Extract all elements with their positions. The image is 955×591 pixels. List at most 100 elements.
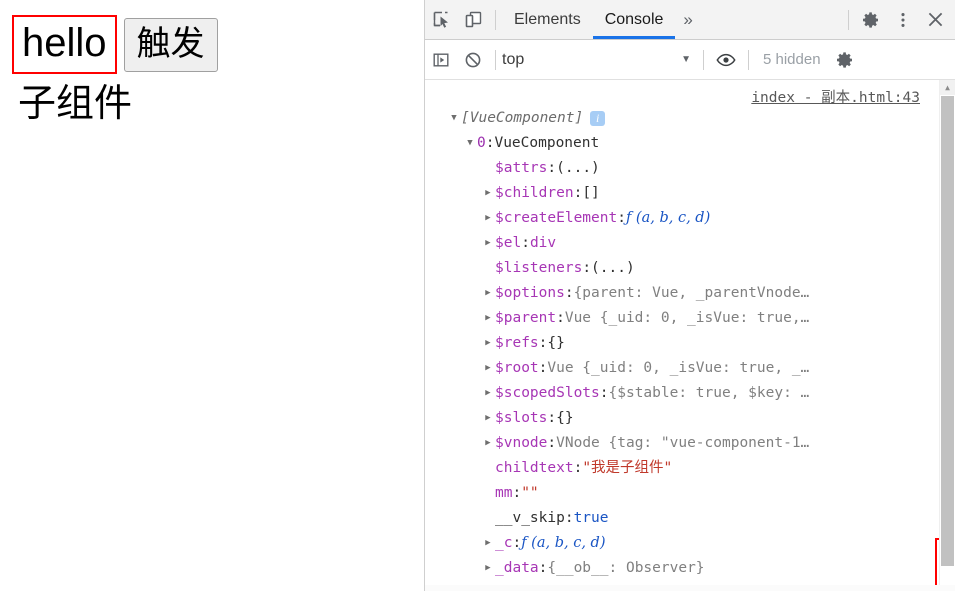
console-line[interactable]: ▶ $options: {parent: Vue, _parentVnode… [425,281,925,306]
collapsed-triangle-icon[interactable]: ▶ [481,281,495,306]
console-property-value: {} [547,335,565,351]
hidden-messages-count[interactable]: 5 hidden [755,51,829,68]
console-sidebar-icon[interactable] [425,44,457,76]
console-line[interactable]: ▶ _c: ƒ (a, b, c, d) [425,531,925,556]
execution-context-select[interactable]: top ▼ [502,51,697,69]
console-object-header: [VueComponent] [461,110,584,126]
tree-indent-spacer: ▶ [481,481,495,506]
console-scrollbar[interactable]: ▲ [939,80,955,591]
console-colon: : [573,185,583,201]
console-output[interactable]: index - 副本.html:43 ▼ [VueComponent] i ▼ 0: V… [425,80,955,591]
console-filter-bar: top ▼ 5 hidden [425,40,955,80]
console-property-value: {$stable: true, $key: … [608,385,810,401]
collapsed-triangle-icon[interactable]: ▶ [481,206,495,231]
subbar-divider-2 [703,49,704,70]
collapsed-triangle-icon[interactable]: ▶ [481,531,495,556]
tab-elements[interactable]: Elements [502,0,593,39]
console-property-key: __v_skip [495,510,565,526]
child-component-label: 子组件 [18,83,133,125]
inspect-element-icon[interactable] [425,4,457,36]
console-colon: : [538,360,548,376]
console-line[interactable]: ▼ [VueComponent] i [425,106,925,131]
console-property-value: [] [582,185,600,201]
expanded-triangle-icon[interactable]: ▼ [447,106,461,131]
close-icon[interactable] [919,4,951,36]
trigger-button[interactable]: 触发 [123,18,218,72]
rendered-page-pane: hello 触发 子组件 [0,0,424,591]
console-property-value: {__ob__: Observer} [547,560,705,576]
console-property-key: $refs [495,335,539,351]
console-property-value: (...) [591,260,635,276]
subbar-divider-3 [748,49,749,70]
scrollbar-up-arrow-icon[interactable]: ▲ [940,80,955,95]
console-colon: : [538,335,548,351]
collapsed-triangle-icon[interactable]: ▶ [481,356,495,381]
console-log-tree: ▼[VueComponent]i▼0: VueComponent▶$attrs:… [425,106,925,581]
console-line[interactable]: ▶ $parent: Vue {_uid: 0, _isVue: true,… [425,306,925,331]
console-colon: : [485,135,495,151]
console-colon: : [512,485,522,501]
collapsed-triangle-icon[interactable]: ▶ [481,381,495,406]
console-property-key: $children [495,185,574,201]
tree-indent-spacer: ▶ [481,156,495,181]
console-property-value: "我是子组件" [582,460,673,476]
console-colon: : [564,285,574,301]
console-colon: : [538,560,548,576]
console-line[interactable]: ▶ _data: {__ob__: Observer} [425,556,925,581]
eye-icon[interactable] [710,44,742,76]
console-property-value: div [529,235,557,251]
console-property-key: _data [495,560,539,576]
console-line[interactable]: ▶ $vnode: VNode {tag: "vue-component-1… [425,431,925,456]
collapsed-triangle-icon[interactable]: ▶ [481,181,495,206]
console-line[interactable]: ▶ $root: Vue {_uid: 0, _isVue: true, _… [425,356,925,381]
console-source-link[interactable]: index - 副本.html:43 [751,86,920,107]
collapsed-triangle-icon[interactable]: ▶ [481,431,495,456]
collapsed-triangle-icon[interactable]: ▶ [481,406,495,431]
hello-text-box: hello [12,15,117,74]
console-property-key: mm [495,485,513,501]
device-toolbar-icon[interactable] [457,4,489,36]
console-line[interactable]: ▶ $scopedSlots: {$stable: true, $key: … [425,381,925,406]
devtools-toolbar: Elements Console » [425,0,955,40]
gear-icon[interactable] [855,4,887,36]
console-settings-gear-icon[interactable] [829,44,861,76]
tab-console[interactable]: Console [592,0,676,39]
console-line[interactable]: ▶$attrs: (...) [425,156,925,181]
subbar-divider-1 [495,49,496,70]
console-colon: : [582,260,592,276]
console-property-value: (...) [556,160,600,176]
console-colon: : [573,460,583,476]
scrollbar-thumb[interactable] [941,96,954,566]
console-property-key: $vnode [495,435,548,451]
console-colon: : [547,410,557,426]
collapsed-triangle-icon[interactable]: ▶ [481,231,495,256]
console-line[interactable]: ▶ $slots: {} [425,406,925,431]
console-line[interactable]: ▼ 0: VueComponent [425,131,925,156]
expanded-triangle-icon[interactable]: ▼ [463,131,477,156]
collapsed-triangle-icon[interactable]: ▶ [481,331,495,356]
console-line[interactable]: ▶$listeners: (...) [425,256,925,281]
tree-indent-spacer: ▶ [481,506,495,531]
more-tabs-icon[interactable]: » [675,10,700,30]
info-icon[interactable]: i [590,111,606,126]
console-line[interactable]: ▶__v_skip: true [425,506,925,531]
console-line[interactable]: ▶childtext: "我是子组件" [425,456,925,481]
console-line[interactable]: ▶ $el: div [425,231,925,256]
collapsed-triangle-icon[interactable]: ▶ [481,306,495,331]
console-property-value: ƒ (a, b, c, d) [521,535,606,551]
toolbar-divider-1 [495,9,496,30]
console-colon: : [512,535,522,551]
console-line[interactable]: ▶ $refs: {} [425,331,925,356]
console-colon: : [564,510,574,526]
hello-row: hello 触发 [12,15,218,74]
console-line[interactable]: ▶ $createElement: ƒ (a, b, c, d) [425,206,925,231]
console-line[interactable]: ▶mm: "" [425,481,925,506]
clear-console-icon[interactable] [457,44,489,76]
collapsed-triangle-icon[interactable]: ▶ [481,556,495,581]
console-line[interactable]: ▶ $children: [] [425,181,925,206]
console-property-key: $listeners [495,260,583,276]
console-colon: : [599,385,609,401]
console-property-key: childtext [495,460,574,476]
execution-context-value: top [502,50,525,68]
kebab-menu-icon[interactable] [887,4,919,36]
